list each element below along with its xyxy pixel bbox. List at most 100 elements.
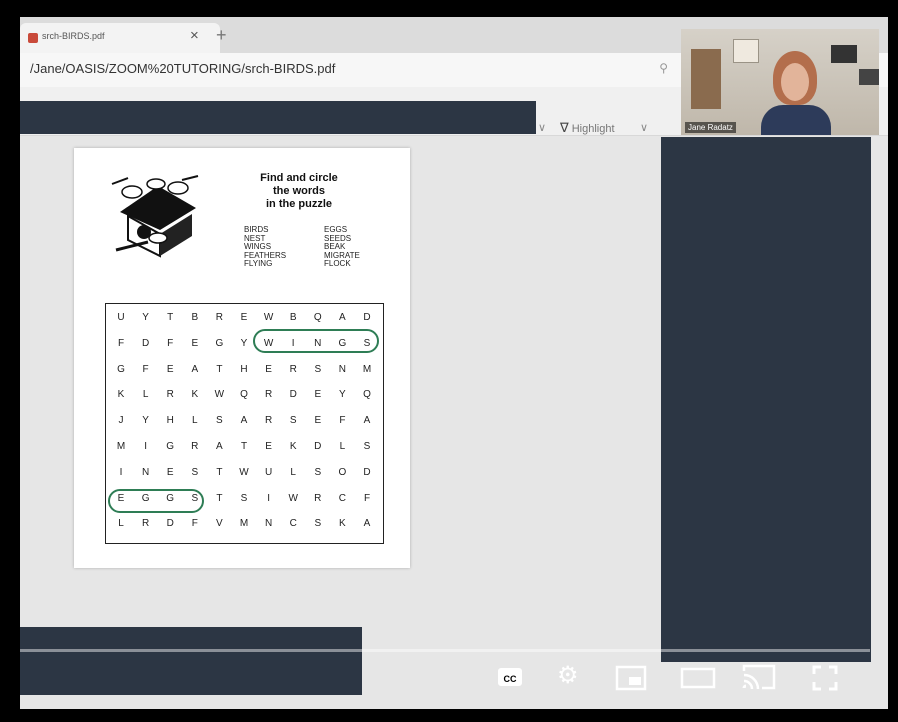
- grid-letter: K: [191, 389, 199, 401]
- grid-letter: S: [363, 337, 371, 349]
- grid-letter: O: [338, 466, 347, 478]
- redaction-bar: [20, 101, 536, 134]
- grid-letter: T: [240, 441, 248, 452]
- captions-icon[interactable]: CC: [498, 668, 522, 686]
- puzzle-title: Find and circle the words in the puzzle: [244, 172, 354, 211]
- grid-letter: F: [191, 518, 198, 530]
- grid-letter: V: [216, 518, 223, 530]
- grid-letter: D: [141, 337, 150, 349]
- grid-letter: G: [117, 363, 125, 375]
- puzzle-title-line: in the puzzle: [266, 198, 332, 210]
- grid-letter: H: [240, 363, 248, 375]
- puzzle-title-line: the words: [273, 185, 325, 197]
- grid-letter: E: [240, 312, 248, 323]
- grid-letter: T: [216, 492, 223, 504]
- grid-letter: E: [166, 363, 174, 375]
- grid-letter: Y: [339, 389, 346, 401]
- grid-letter: F: [117, 337, 125, 349]
- grid-letter: Y: [142, 312, 149, 323]
- grid-letter: T: [216, 466, 223, 478]
- grid-letter: D: [166, 518, 174, 530]
- miniplayer-icon[interactable]: [615, 665, 647, 691]
- word-list-item: FLOCK: [324, 259, 351, 268]
- grid-letter: D: [363, 466, 371, 478]
- fullscreen-icon[interactable]: [812, 665, 838, 691]
- grid-letter: U: [264, 466, 273, 478]
- grid-letter: R: [289, 363, 297, 375]
- grid-letter: W: [263, 337, 274, 349]
- grid-letter: K: [339, 518, 346, 530]
- grid-letter: G: [166, 492, 175, 504]
- theater-mode-icon[interactable]: [680, 667, 716, 689]
- grid-letter: B: [191, 312, 199, 323]
- address-text: /Jane/OASIS/ZOOM%20TUTORING/srch-BIRDS.p…: [30, 61, 336, 76]
- cast-icon[interactable]: [742, 663, 776, 691]
- grid-letter: N: [141, 466, 150, 478]
- grid-letter: R: [264, 415, 273, 427]
- grid-letter: L: [192, 415, 198, 427]
- highlight-button[interactable]: ∇ Highlight: [560, 120, 615, 136]
- grid-letter: F: [339, 415, 346, 427]
- grid-letter: L: [290, 466, 296, 478]
- grid-letter: S: [191, 492, 199, 504]
- chevron-down-icon[interactable]: ∨: [538, 121, 546, 134]
- grid-letter: S: [363, 441, 371, 452]
- grid-letter: R: [264, 389, 273, 401]
- grid-letter: E: [265, 441, 272, 452]
- grid-letter: H: [166, 415, 174, 427]
- grid-letter: A: [216, 441, 223, 452]
- chevron-down-icon[interactable]: ∨: [640, 121, 648, 134]
- grid-letter: M: [362, 363, 372, 375]
- grid-letter: S: [314, 363, 322, 375]
- grid-letter: D: [314, 441, 322, 452]
- grid-letter: Y: [240, 337, 248, 349]
- search-icon[interactable]: ⚲: [659, 61, 668, 75]
- close-tab-icon[interactable]: ×: [190, 27, 199, 44]
- grid-letter: R: [166, 389, 174, 401]
- grid-letter: W: [263, 312, 274, 323]
- new-tab-icon[interactable]: +: [216, 25, 227, 46]
- grid-letter: F: [363, 492, 371, 504]
- grid-letter: K: [117, 389, 125, 401]
- grid-letter: W: [288, 492, 298, 504]
- grid-letter: G: [166, 441, 175, 452]
- word-search-grid: U Y T B R E W B Q A D F D F E G Y W I N G S G F E A T H E R S N M K L R K W Q R…: [105, 303, 384, 544]
- redaction-panel: [661, 137, 871, 662]
- puzzle-title-line: Find and circle: [260, 172, 338, 184]
- grid-letter: R: [314, 492, 322, 504]
- grid-letter: L: [339, 441, 346, 452]
- grid-letter: S: [240, 492, 248, 504]
- grid-letter: E: [314, 415, 322, 427]
- filter-icon: ∇: [560, 120, 569, 135]
- grid-letter: T: [216, 363, 223, 375]
- video-progress-bar[interactable]: [20, 649, 870, 652]
- grid-letter: E: [117, 492, 125, 504]
- grid-letter: F: [167, 337, 174, 349]
- settings-icon[interactable]: ⚙: [557, 664, 579, 688]
- tab-title: srch-BIRDS.pdf: [42, 31, 105, 41]
- grid-letter: I: [267, 492, 270, 504]
- grid-letter: A: [339, 312, 346, 323]
- tab-pdf[interactable]: srch-BIRDS.pdf ×: [20, 23, 220, 53]
- grid-letter: I: [291, 337, 295, 349]
- participant-video[interactable]: Jane Radatz: [681, 29, 879, 135]
- grid-letter: E: [166, 466, 174, 478]
- grid-letter: S: [289, 415, 297, 427]
- grid-letter: A: [363, 415, 371, 427]
- grid-letter: G: [215, 337, 224, 349]
- redaction-bar: [20, 627, 362, 695]
- grid-letter: R: [215, 312, 223, 323]
- grid-letter: R: [191, 441, 199, 452]
- grid-letter: K: [289, 441, 297, 452]
- grid-letter: D: [289, 389, 297, 401]
- grid-letter: S: [191, 466, 199, 478]
- grid-letter: L: [118, 518, 124, 530]
- highlight-label: Highlight: [571, 123, 615, 135]
- grid-letter: I: [119, 466, 123, 478]
- grid-letter: N: [338, 363, 346, 375]
- grid-letter: E: [265, 363, 272, 375]
- grid-letter: L: [142, 389, 149, 401]
- grid-letter: M: [239, 518, 249, 530]
- video-frame: srch-BIRDS.pdf × + /Jane/OASIS/ZOOM%20TU…: [20, 17, 888, 709]
- grid-letter: A: [191, 363, 199, 375]
